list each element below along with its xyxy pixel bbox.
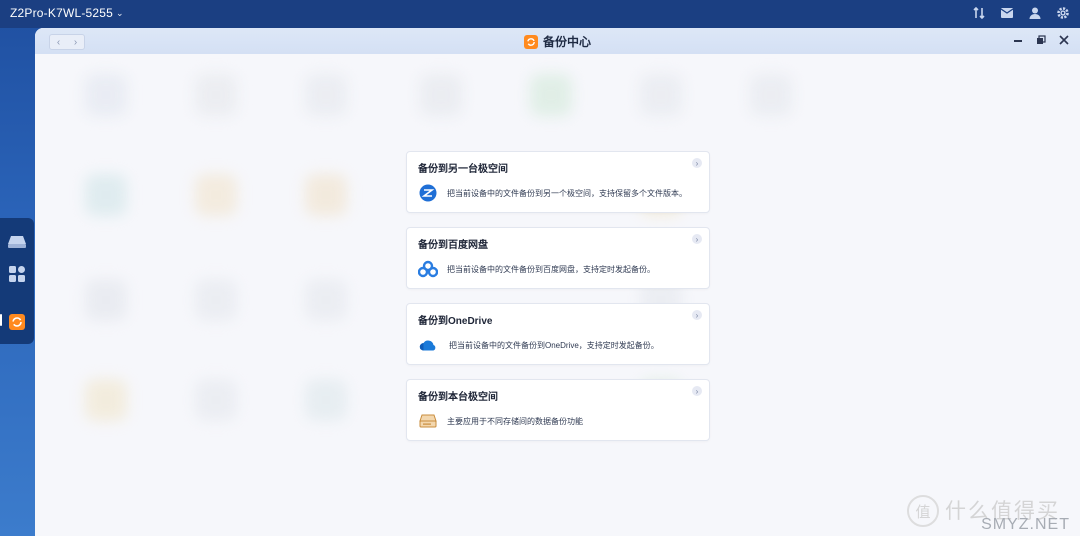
chevron-right-icon: ›: [692, 158, 702, 168]
close-icon[interactable]: [1058, 34, 1070, 46]
backup-center-icon[interactable]: [7, 312, 27, 332]
minimize-icon[interactable]: [1012, 34, 1024, 46]
baidu-netdisk-icon: [418, 259, 438, 279]
watermark-site: SMYZ.NET: [981, 516, 1070, 533]
card-title: 备份到本台极空间: [418, 392, 498, 403]
backup-center-window: ‹ › 备份中心 备份到另一台极空间 › 把当前设备中的文件备份到另一个极空间，…: [35, 28, 1080, 536]
card-description: 把当前设备中的文件备份到OneDrive，支持定时发起备份。: [449, 341, 659, 350]
card-title: 备份到百度网盘: [418, 240, 488, 251]
left-dock: [0, 218, 34, 344]
backup-card-baidu[interactable]: 备份到百度网盘 › 把当前设备中的文件备份到百度网盘，支持定时发起备份。: [406, 227, 710, 289]
apps-icon[interactable]: [7, 264, 27, 284]
backup-card-onedrive[interactable]: 备份到OneDrive › 把当前设备中的文件备份到OneDrive，支持定时发…: [406, 303, 710, 365]
window-title: 备份中心: [35, 33, 1080, 50]
card-description: 把当前设备中的文件备份到另一个极空间，支持保留多个文件版本。: [447, 189, 687, 198]
card-description: 主要应用于不同存储间的数据备份功能: [447, 417, 583, 426]
transfer-icon[interactable]: [970, 4, 988, 22]
storage-icon[interactable]: [7, 232, 27, 252]
window-title-text: 备份中心: [542, 35, 591, 49]
device-selector[interactable]: Z2Pro-K7WL-5255 ⌄: [10, 6, 124, 20]
mail-icon[interactable]: [998, 4, 1016, 22]
restore-icon[interactable]: [1035, 34, 1047, 46]
settings-icon[interactable]: [1054, 4, 1072, 22]
chevron-right-icon: ›: [692, 310, 702, 320]
zspace-icon: [418, 183, 438, 203]
top-icons: [970, 4, 1072, 22]
backup-card-another-zspace[interactable]: 备份到另一台极空间 › 把当前设备中的文件备份到另一个极空间，支持保留多个文件版…: [406, 151, 710, 213]
active-indicator: [0, 314, 2, 326]
chevron-right-icon: ›: [692, 234, 702, 244]
backup-card-local[interactable]: 备份到本台极空间 › 主要应用于不同存储间的数据备份功能: [406, 379, 710, 441]
chevron-down-icon: ⌄: [116, 7, 124, 18]
backup-center-app-icon: [523, 34, 538, 49]
card-title: 备份到另一台极空间: [418, 164, 508, 175]
onedrive-icon: [418, 335, 438, 355]
top-bar: Z2Pro-K7WL-5255 ⌄: [0, 0, 1080, 28]
watermark: 值 什么值得买 SMYZ.NET: [907, 495, 1072, 533]
blurred-desktop: [35, 54, 1080, 536]
watermark-logo: 值: [907, 495, 939, 527]
local-disk-icon: [418, 411, 438, 431]
card-description: 把当前设备中的文件备份到百度网盘，支持定时发起备份。: [447, 265, 655, 274]
device-name: Z2Pro-K7WL-5255: [10, 6, 114, 20]
title-bar: ‹ › 备份中心: [35, 28, 1080, 54]
card-title: 备份到OneDrive: [418, 316, 493, 327]
chevron-right-icon: ›: [692, 386, 702, 396]
user-icon[interactable]: [1026, 4, 1044, 22]
window-controls: [1012, 34, 1070, 46]
